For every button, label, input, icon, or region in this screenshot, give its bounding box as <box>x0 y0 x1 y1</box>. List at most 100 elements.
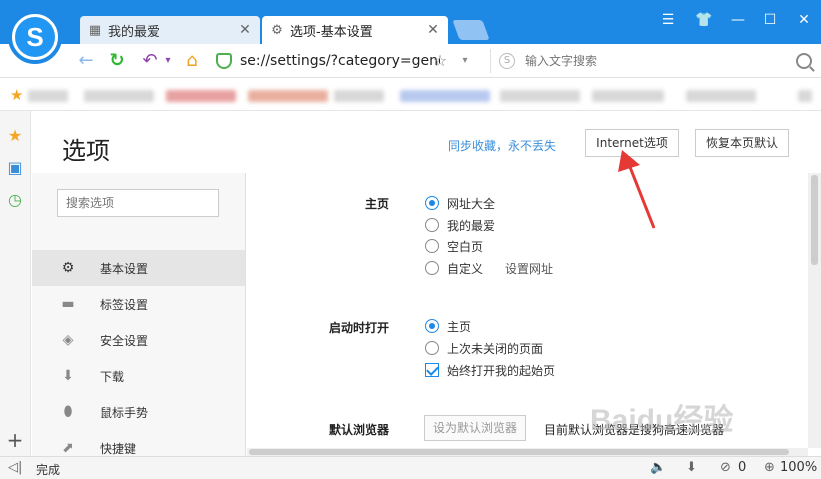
title-bar: ▦ 我的最爱 ✕ ⚙ 选项-基本设置 ✕ ☰ 👕 — ☐ ✕ <box>0 0 821 44</box>
bookmark-item[interactable] <box>334 90 384 102</box>
close-window-icon[interactable]: ✕ <box>794 12 814 28</box>
always-open-start-page[interactable]: 始终打开我的起始页 <box>425 361 555 379</box>
nav-item-basic[interactable]: ⚙ 基本设置 <box>32 250 245 286</box>
mouse-icon: ⬮ <box>63 404 73 420</box>
nav-item-label: 下载 <box>100 369 125 384</box>
nav-item-security[interactable]: ◈ 安全设置 <box>32 322 245 358</box>
gear-icon: ⚙ <box>61 260 75 276</box>
history-clock-icon[interactable]: ◷ <box>6 191 24 209</box>
homepage-option[interactable]: 我的最爱 <box>425 216 495 234</box>
sync-link[interactable]: 同步收藏，永不丢失 <box>448 137 556 154</box>
option-label: 上次未关闭的页面 <box>447 341 544 356</box>
tab-label: 我的最爱 <box>108 24 161 40</box>
nav-item-mouse-gestures[interactable]: ⬮ 鼠标手势 <box>32 394 245 430</box>
vertical-scrollbar[interactable] <box>808 173 821 448</box>
sound-icon[interactable]: 🔈 <box>650 460 666 475</box>
gear-icon: ⚙ <box>271 22 283 38</box>
side-strip: ★ ▣ ◷ + <box>0 111 31 456</box>
bookmarks-bar: ★ <box>0 79 821 111</box>
undo-icon[interactable]: ↶ <box>140 51 160 71</box>
radio[interactable] <box>425 218 439 232</box>
nav-item-label: 安全设置 <box>100 333 149 348</box>
address-bar: ← ↻ ↶ ▾ ⌂ se://settings/?category=genera… <box>0 44 821 78</box>
scroll-thumb[interactable] <box>249 449 789 455</box>
chevron-down-icon[interactable]: ▾ <box>455 51 475 71</box>
favorites-star-icon[interactable]: ★ <box>6 127 24 145</box>
chevron-down-icon[interactable]: ▾ <box>158 51 178 71</box>
url-text[interactable]: se://settings/?category=general <box>240 53 440 69</box>
option-label: 我的最爱 <box>447 218 496 233</box>
bookmark-item[interactable] <box>798 90 812 102</box>
status-bar: ◁| 完成 🔈 ⬇ ⊘ 0 ⊕ 100% <box>0 456 821 479</box>
search-icon[interactable] <box>796 53 812 69</box>
bookmark-item[interactable] <box>686 90 756 102</box>
sogou-logo[interactable]: S <box>8 10 62 64</box>
nav-item-download[interactable]: ⬇ 下载 <box>32 358 245 394</box>
nav-item-label: 标签设置 <box>100 297 149 312</box>
tab-close-icon[interactable]: ✕ <box>426 22 440 38</box>
set-default-browser-button[interactable]: 设为默认浏览器 <box>424 415 526 441</box>
minimize-icon[interactable]: — <box>728 12 748 28</box>
radio-checked[interactable] <box>425 319 439 333</box>
option-label: 网址大全 <box>447 196 496 211</box>
option-label: 始终打开我的起始页 <box>447 363 556 378</box>
skin-shirt-icon[interactable]: 👕 <box>694 12 714 28</box>
star-icon[interactable]: ★ <box>10 86 23 104</box>
bookmark-item[interactable] <box>592 90 664 102</box>
default-browser-label: 默认浏览器 <box>328 423 389 437</box>
tab-close-icon[interactable]: ✕ <box>238 22 252 38</box>
homepage-option[interactable]: 空白页 <box>425 237 483 255</box>
back-arrow-icon[interactable]: ← <box>76 51 96 71</box>
restore-defaults-button[interactable]: 恢复本页默认 <box>695 129 789 157</box>
horizontal-scrollbar[interactable] <box>247 448 808 456</box>
radio[interactable] <box>425 341 439 355</box>
zoom-icon[interactable]: ⊕ <box>764 460 775 475</box>
radio[interactable] <box>425 239 439 253</box>
sidebar-toggle-icon[interactable]: ◁| <box>8 460 22 475</box>
checkbox-checked[interactable] <box>425 363 439 377</box>
logo-s-icon: S <box>15 17 55 57</box>
bookmark-item[interactable] <box>248 90 328 102</box>
star-outline-icon[interactable]: ☆ <box>430 51 450 71</box>
set-url-link[interactable]: 设置网址 <box>505 260 553 277</box>
search-bar: S <box>490 49 812 73</box>
tab-settings[interactable]: ⚙ 选项-基本设置 ✕ <box>262 16 448 44</box>
adblock-icon[interactable]: ⊘ <box>720 460 731 475</box>
radio-checked[interactable] <box>425 196 439 210</box>
radio[interactable] <box>425 261 439 275</box>
homepage-option[interactable]: 自定义 设置网址 <box>425 259 553 277</box>
settings-nav: ⚙ 基本设置 ▬ 标签设置 ◈ 安全设置 ⬇ 下载 ⬮ 鼠标手势 ⬈ 快捷键 <box>32 173 246 456</box>
download-tray-icon[interactable]: ⬇ <box>686 460 697 475</box>
nav-item-label: 快捷键 <box>100 441 137 456</box>
nav-item-label: 鼠标手势 <box>100 405 149 420</box>
home-icon[interactable]: ⌂ <box>182 51 202 71</box>
shield-check-icon: ◈ <box>62 332 74 348</box>
startup-option[interactable]: 上次未关闭的页面 <box>425 339 543 357</box>
scroll-thumb[interactable] <box>811 175 818 265</box>
shortcut-arrow-icon: ⬈ <box>62 440 74 456</box>
bookmark-item[interactable] <box>400 90 490 102</box>
download-icon: ⬇ <box>62 368 74 384</box>
reader-icon[interactable]: ▣ <box>6 159 24 177</box>
bookmark-item[interactable] <box>166 90 236 102</box>
homepage-option[interactable]: 网址大全 <box>425 194 495 212</box>
startup-option[interactable]: 主页 <box>425 317 471 335</box>
nav-item-label: 基本设置 <box>100 261 149 276</box>
search-engine-icon[interactable]: S <box>499 53 515 69</box>
menu-icon[interactable]: ☰ <box>658 12 678 28</box>
bookmark-item[interactable] <box>84 90 154 102</box>
maximize-icon[interactable]: ☐ <box>760 12 780 28</box>
internet-options-button[interactable]: Internet选项 <box>585 129 679 157</box>
tab-label: 选项-基本设置 <box>290 24 373 40</box>
refresh-icon[interactable]: ↻ <box>107 51 127 71</box>
settings-search-input[interactable] <box>57 189 219 217</box>
nav-item-tabs[interactable]: ▬ 标签设置 <box>32 286 245 322</box>
zoom-level[interactable]: 100% <box>780 460 817 475</box>
tab-favorites[interactable]: ▦ 我的最爱 ✕ <box>80 16 260 44</box>
adblock-count: 0 <box>738 460 747 475</box>
bookmark-item[interactable] <box>28 90 68 102</box>
search-input[interactable] <box>525 54 796 68</box>
new-tab-button[interactable] <box>452 20 490 40</box>
bookmark-item[interactable] <box>500 90 580 102</box>
add-icon[interactable]: + <box>6 430 24 450</box>
